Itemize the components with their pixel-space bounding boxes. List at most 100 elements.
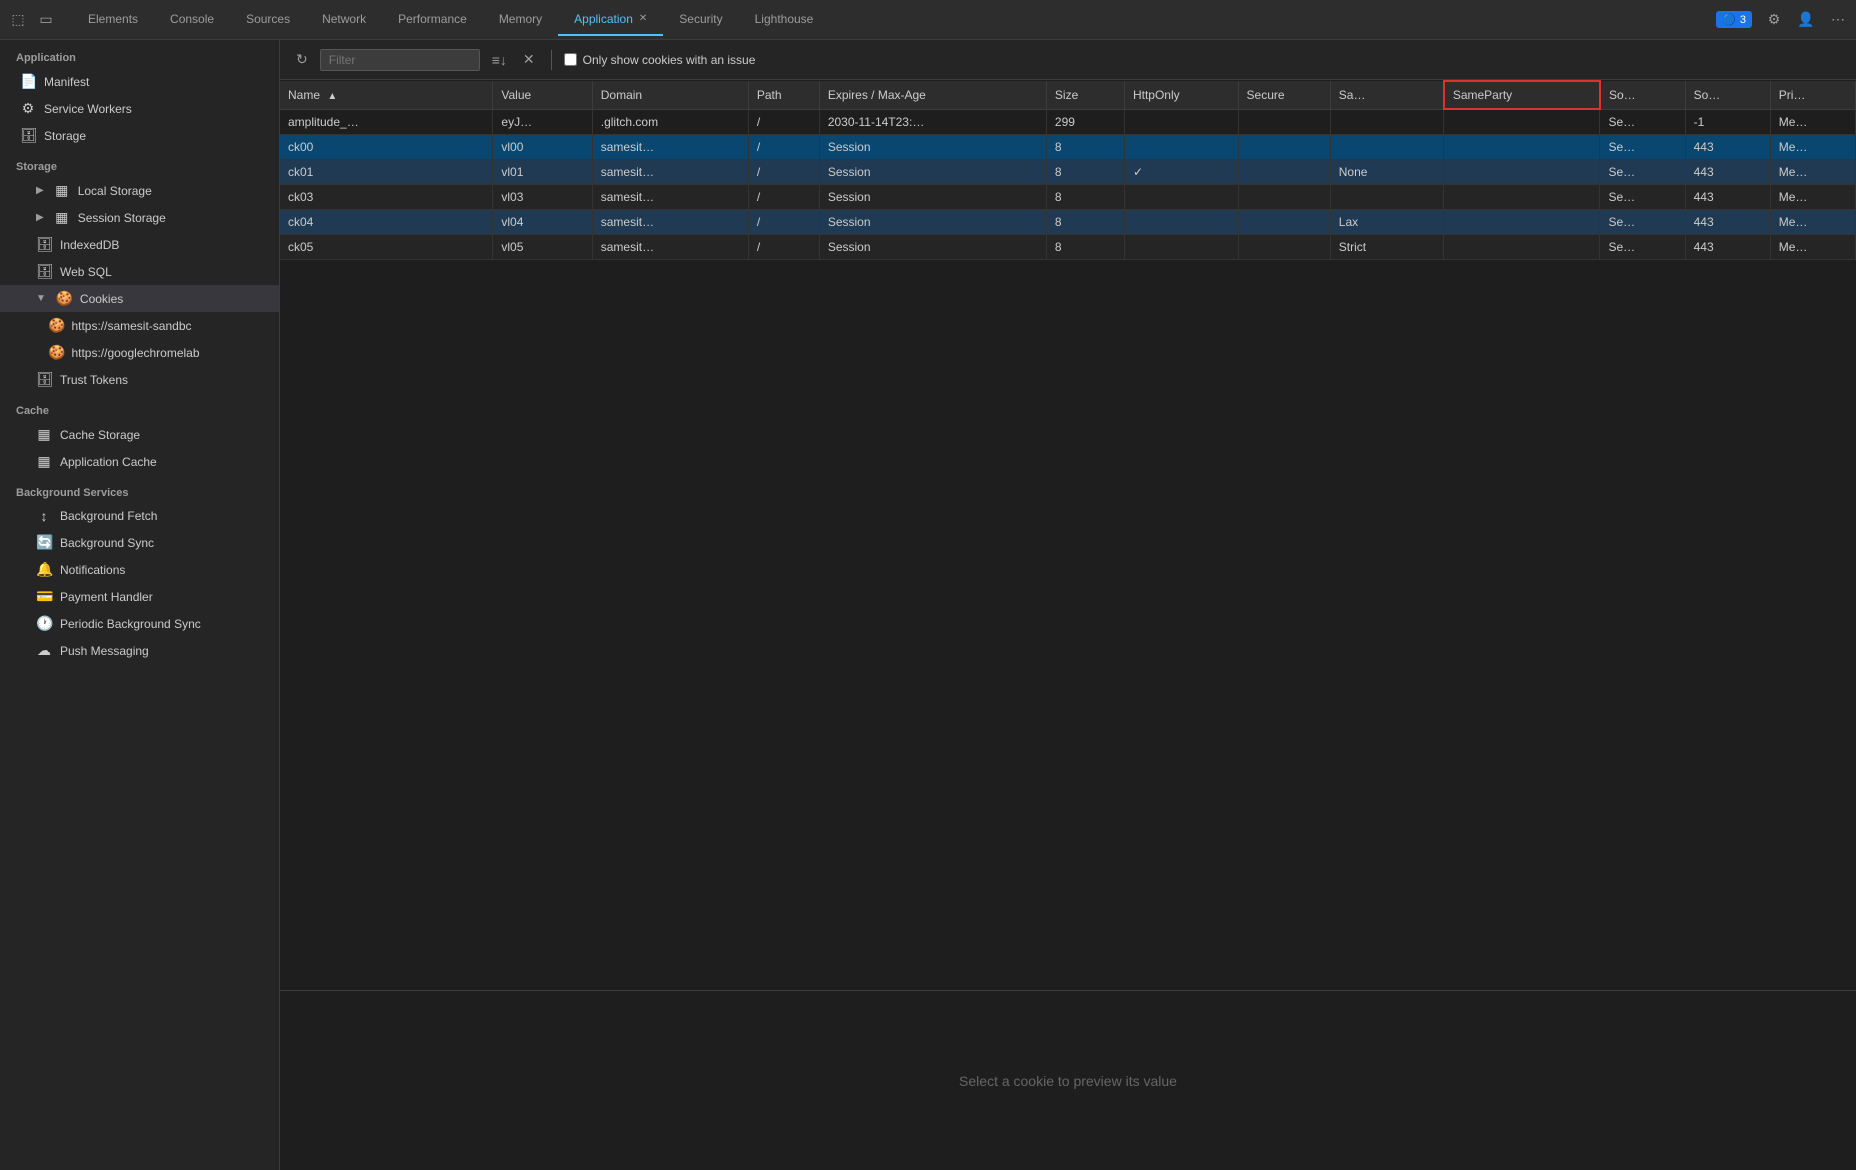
cell-source2: 443	[1685, 209, 1770, 234]
cell-value: vl03	[493, 184, 592, 209]
cell-value: vl04	[493, 209, 592, 234]
cache-storage-label: Cache Storage	[60, 428, 140, 442]
table-row[interactable]: ck04vl04samesit…/Session8LaxSe…443Me…	[280, 209, 1856, 234]
cell-source1: Se…	[1600, 159, 1685, 184]
sidebar-item-web-sql[interactable]: 🗄 Web SQL	[0, 258, 279, 285]
col-header-expires[interactable]: Expires / Max-Age	[819, 81, 1046, 109]
sidebar-item-cookie-google[interactable]: 🍪 https://googlechromelab	[0, 339, 279, 366]
cell-value: eyJ…	[493, 109, 592, 134]
tab-security[interactable]: Security	[663, 4, 738, 36]
tab-lighthouse[interactable]: Lighthouse	[739, 4, 830, 36]
sidebar-item-notifications[interactable]: 🔔 Notifications	[0, 556, 279, 583]
sidebar-section-cache: Cache	[0, 393, 279, 421]
sidebar-item-cookie-samesite[interactable]: 🍪 https://samesit-sandbc	[0, 312, 279, 339]
col-header-priority[interactable]: Pri…	[1770, 81, 1855, 109]
cookie-samesite-icon: 🍪	[48, 317, 65, 334]
col-header-domain[interactable]: Domain	[592, 81, 748, 109]
table-row[interactable]: ck00vl00samesit…/Session8Se…443Me…	[280, 134, 1856, 159]
sidebar-item-application-cache[interactable]: ▦ Application Cache	[0, 448, 279, 475]
tab-performance[interactable]: Performance	[382, 4, 483, 36]
cell-expires: Session	[819, 209, 1046, 234]
tab-application[interactable]: Application ✕	[558, 4, 663, 36]
cell-name: ck01	[280, 159, 493, 184]
col-header-samesite[interactable]: Sa…	[1330, 81, 1444, 109]
cell-expires: Session	[819, 159, 1046, 184]
table-row[interactable]: ck05vl05samesit…/Session8StrictSe…443Me…	[280, 234, 1856, 259]
filter-input[interactable]	[320, 49, 480, 71]
sidebar-item-cache-storage[interactable]: ▦ Cache Storage	[0, 421, 279, 448]
tab-network[interactable]: Network	[306, 4, 382, 36]
col-domain-label: Domain	[601, 88, 642, 102]
storage-label: Storage	[44, 129, 86, 143]
cell-sameparty	[1444, 134, 1600, 159]
cell-source1: Se…	[1600, 234, 1685, 259]
sidebar-item-session-storage[interactable]: ▶ ▦ Session Storage	[0, 204, 279, 231]
show-issues-checkbox-label[interactable]: Only show cookies with an issue	[564, 53, 756, 67]
manifest-label: Manifest	[44, 75, 89, 89]
col-header-sameparty[interactable]: SameParty	[1444, 81, 1600, 109]
main-layout: Application 📄 Manifest ⚙ Service Workers…	[0, 40, 1856, 1170]
cell-domain: samesit…	[592, 184, 748, 209]
device-icon[interactable]: ▭	[36, 10, 56, 30]
sidebar-item-trust-tokens[interactable]: 🗄 Trust Tokens	[0, 366, 279, 393]
error-badge[interactable]: 🔵 3	[1716, 11, 1752, 28]
col-header-name[interactable]: Name ▲	[280, 81, 493, 109]
cursor-icon[interactable]: ⬚	[8, 10, 28, 30]
cell-domain: samesit…	[592, 159, 748, 184]
cell-name: amplitude_…	[280, 109, 493, 134]
cell-source2: 443	[1685, 234, 1770, 259]
storage-icon: 🗄	[20, 127, 36, 144]
cell-priority: Me…	[1770, 159, 1855, 184]
table-row[interactable]: ck03vl03samesit…/Session8Se…443Me…	[280, 184, 1856, 209]
sidebar-item-cookies[interactable]: ▼ 🍪 Cookies	[0, 285, 279, 312]
col-header-source1[interactable]: So…	[1600, 81, 1685, 109]
col-header-source2[interactable]: So…	[1685, 81, 1770, 109]
col-header-size[interactable]: Size	[1046, 81, 1124, 109]
user-icon[interactable]: 👤	[1796, 10, 1816, 30]
tab-memory[interactable]: Memory	[483, 4, 558, 36]
more-icon[interactable]: ⋯	[1828, 10, 1848, 30]
filter-options-icon[interactable]: ≡↓	[488, 48, 511, 72]
col-header-value[interactable]: Value	[493, 81, 592, 109]
bg-sync-icon: 🔄	[36, 534, 52, 551]
col-size-label: Size	[1055, 88, 1078, 102]
sidebar-item-bg-fetch[interactable]: ↕ Background Fetch	[0, 503, 279, 529]
refresh-button[interactable]: ↻	[292, 47, 312, 72]
tab-elements[interactable]: Elements	[72, 4, 154, 36]
show-issues-checkbox[interactable]	[564, 53, 577, 66]
settings-icon[interactable]: ⚙	[1764, 10, 1784, 30]
sidebar-item-bg-sync[interactable]: 🔄 Background Sync	[0, 529, 279, 556]
sidebar-item-service-workers[interactable]: ⚙ Service Workers	[0, 95, 279, 122]
col-header-secure[interactable]: Secure	[1238, 81, 1330, 109]
sidebar-item-local-storage[interactable]: ▶ ▦ Local Storage	[0, 177, 279, 204]
application-cache-icon: ▦	[36, 453, 52, 470]
sidebar-item-payment-handler[interactable]: 💳 Payment Handler	[0, 583, 279, 610]
table-row[interactable]: amplitude_…eyJ….glitch.com/2030-11-14T23…	[280, 109, 1856, 134]
websql-label: Web SQL	[60, 265, 112, 279]
cell-secure	[1238, 184, 1330, 209]
close-tab-icon[interactable]: ✕	[639, 13, 647, 24]
cell-sameparty	[1444, 209, 1600, 234]
cell-source1: Se…	[1600, 184, 1685, 209]
tab-bar: ⬚ ▭ Elements Console Sources Network Per…	[0, 0, 1856, 40]
cookie-google-label: https://googlechromelab	[71, 346, 199, 360]
tab-console[interactable]: Console	[154, 4, 230, 36]
sidebar-item-storage[interactable]: 🗄 Storage	[0, 122, 279, 149]
expand-local-storage-icon: ▶	[36, 185, 44, 196]
sidebar-item-push-messaging[interactable]: ☁ Push Messaging	[0, 637, 279, 664]
sidebar-item-indexeddb[interactable]: 🗄 IndexedDB	[0, 231, 279, 258]
cell-source1: Se…	[1600, 109, 1685, 134]
cookie-table-container: Name ▲ Value Domain Path E	[280, 80, 1856, 990]
sidebar-item-manifest[interactable]: 📄 Manifest	[0, 68, 279, 95]
clear-filter-button[interactable]: ✕	[519, 47, 539, 72]
cell-priority: Me…	[1770, 134, 1855, 159]
table-row[interactable]: ck01vl01samesit…/Session8✓NoneSe…443Me…	[280, 159, 1856, 184]
tab-sources[interactable]: Sources	[230, 4, 306, 36]
col-header-httponly[interactable]: HttpOnly	[1124, 81, 1238, 109]
sidebar-item-periodic-bg-sync[interactable]: 🕐 Periodic Background Sync	[0, 610, 279, 637]
cell-size: 8	[1046, 159, 1124, 184]
cell-value: vl01	[493, 159, 592, 184]
session-storage-label: Session Storage	[78, 211, 166, 225]
col-header-path[interactable]: Path	[748, 81, 819, 109]
col-expires-label: Expires / Max-Age	[828, 88, 926, 102]
